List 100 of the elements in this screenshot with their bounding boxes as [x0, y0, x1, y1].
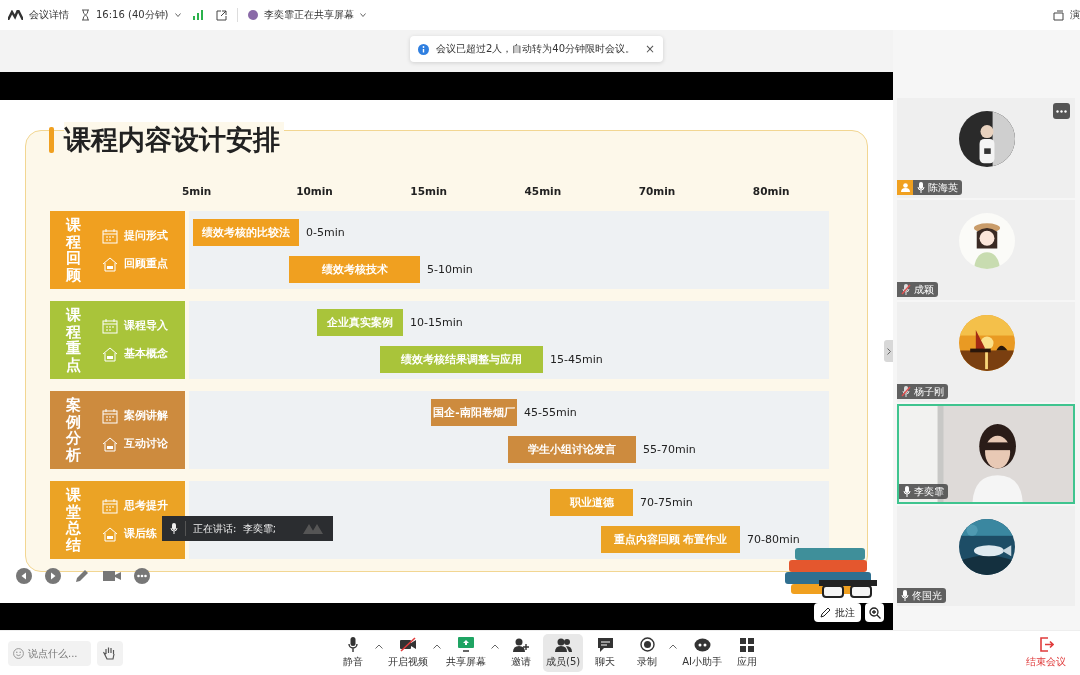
microphone-icon: [901, 590, 909, 601]
title-accent-bar: [49, 127, 54, 153]
topic-label: 基本概念: [124, 347, 168, 361]
record-icon: [639, 637, 655, 652]
previous-button[interactable]: [16, 568, 32, 584]
annotate-button[interactable]: 批注: [814, 603, 861, 622]
schedule-bar: 绩效考核结果调整与应用: [380, 346, 543, 373]
camera-icon[interactable]: [103, 568, 121, 584]
topic-label: 思考提升: [124, 499, 168, 513]
toolbar-button[interactable]: 开启视频: [385, 634, 431, 672]
axis-label: 15min: [410, 185, 448, 197]
meeting-timer[interactable]: 16:16 (40分钟): [96, 8, 169, 22]
caret-icon: [174, 13, 181, 17]
apps-icon: [739, 637, 754, 652]
participant-tile[interactable]: 成颖: [897, 200, 1075, 300]
more-button[interactable]: [1053, 103, 1070, 119]
toolbar-button[interactable]: 应用: [726, 634, 767, 672]
avatar-icon: [247, 10, 258, 20]
presenter-view-label[interactable]: 演: [1070, 8, 1080, 22]
schedule-bar: 重点内容回顾 布置作业: [601, 526, 740, 553]
time-range: 70-80min: [747, 533, 800, 546]
schedule-bar: 学生小组讨论发言: [508, 436, 636, 463]
time-range: 0-5min: [306, 226, 345, 239]
caret-icon[interactable]: [491, 643, 499, 649]
schedule-bar: 职业道德: [550, 489, 633, 516]
signal-icon: [192, 10, 204, 20]
muted-mic-icon: [901, 284, 911, 295]
participant-tile[interactable]: 陈海英: [897, 98, 1075, 198]
time-range: 45-55min: [524, 406, 577, 419]
schedule-bar: 绩效考核技术: [289, 256, 420, 283]
topic-label: 提问形式: [124, 229, 168, 243]
notice-text: 会议已超过2人，自动转为40分钟限时会议。: [436, 42, 637, 56]
muted-mic-icon: [901, 386, 911, 397]
info-icon: [418, 43, 429, 55]
participant-name: 成颖: [914, 282, 934, 297]
toolbar-button[interactable]: 共享屏幕: [443, 634, 489, 672]
caret-icon[interactable]: [669, 643, 678, 649]
pen-icon[interactable]: [74, 568, 90, 584]
raise-hand-button[interactable]: [97, 640, 123, 666]
category-label: 课堂总结: [66, 487, 81, 553]
house-icon: [102, 346, 118, 362]
axis-label: 5min: [182, 185, 213, 197]
house-icon: [102, 526, 118, 542]
schedule-bar: 绩效考核的比较法: [193, 219, 299, 246]
microphone-icon: [170, 523, 178, 534]
time-range: 70-75min: [640, 496, 693, 509]
participant-name: 佟国光: [912, 588, 942, 603]
more-icon: [1056, 109, 1067, 113]
emoji-icon: [13, 646, 24, 660]
screen-share-icon: [458, 637, 474, 652]
topic-label: 回顾重点: [124, 257, 168, 271]
schedule-bar: 企业真实案例: [317, 309, 403, 336]
participant-name: 杨子刚: [914, 384, 944, 399]
participant-tile[interactable]: 杨子刚: [897, 302, 1075, 402]
caret-icon[interactable]: [375, 643, 383, 649]
toolbar-button[interactable]: AI小助手: [679, 634, 725, 672]
pencil-icon: [820, 607, 831, 618]
robot-icon: [693, 637, 711, 652]
calendar-icon: [102, 498, 118, 514]
category-label: 课程重点: [66, 307, 81, 373]
speaking-text: 正在讲话: 李奕霏;: [193, 521, 278, 536]
add-person-icon: [513, 637, 529, 652]
next-button[interactable]: [45, 568, 61, 584]
screen-sharing-label[interactable]: 李奕霏正在共享屏幕: [263, 8, 354, 22]
end-meeting-button[interactable]: 结束会议: [1020, 637, 1072, 669]
collapse-handle[interactable]: [884, 340, 893, 362]
axis-label: 80min: [752, 185, 791, 197]
time-range: 5-10min: [427, 263, 473, 276]
camera-off-icon: [399, 637, 417, 652]
toolbar-button[interactable]: 录制: [627, 634, 668, 672]
axis-label: 10min: [296, 185, 334, 197]
caret-icon: [359, 13, 366, 17]
close-button[interactable]: ×: [644, 42, 655, 56]
caret-icon[interactable]: [433, 643, 441, 649]
zoom-in-icon: [868, 606, 881, 619]
hand-icon: [103, 645, 117, 661]
window-icon[interactable]: [1053, 9, 1064, 21]
schedule-bar: 国企-南阳卷烟厂: [431, 399, 517, 426]
topic-label: 课程导入: [124, 319, 168, 333]
toolbar-button[interactable]: 静音: [333, 634, 373, 672]
participant-tile[interactable]: 佟国光: [897, 506, 1075, 606]
more-icon[interactable]: [134, 568, 150, 584]
microphone-icon: [917, 182, 925, 193]
hourglass-icon: [81, 9, 90, 21]
participant-name: 陈海英: [928, 180, 958, 195]
participant-name: 李奕霏: [914, 484, 944, 499]
chat-text-input[interactable]: 说点什么...: [28, 647, 86, 659]
participant-tile[interactable]: 李奕霏: [897, 404, 1075, 504]
toolbar-button[interactable]: 邀请: [501, 634, 541, 672]
house-icon: [102, 436, 118, 452]
external-link-icon[interactable]: [215, 9, 227, 21]
zoom-in-button[interactable]: [865, 603, 884, 622]
category-label: 案例分析: [66, 397, 81, 463]
exit-icon: [1038, 637, 1054, 652]
category-label: 课程回顾: [66, 217, 81, 283]
chat-input-field[interactable]: 说点什么...: [8, 640, 91, 666]
meeting-details-link[interactable]: 会议详情: [29, 8, 69, 22]
toolbar-button[interactable]: 成员(5): [543, 634, 584, 672]
calendar-icon: [102, 318, 118, 334]
toolbar-button[interactable]: 聊天: [585, 634, 626, 672]
